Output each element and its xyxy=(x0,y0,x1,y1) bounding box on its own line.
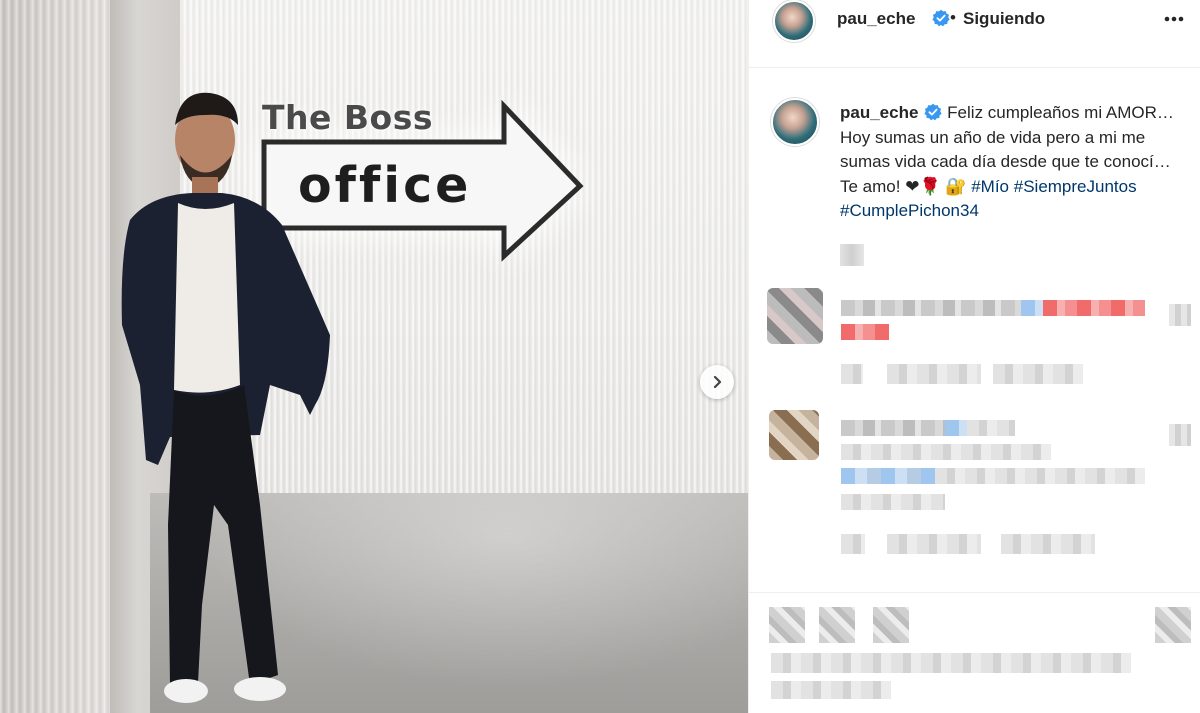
comment-meta-blurred xyxy=(841,364,863,384)
chevron-right-icon xyxy=(713,375,722,389)
comment-icon-blurred[interactable] xyxy=(819,607,855,643)
comment-meta-blurred xyxy=(887,364,981,384)
comment-text-blurred xyxy=(935,468,1145,484)
hashtag-link[interactable]: #CumplePichon34 xyxy=(840,201,979,220)
next-photo-button[interactable] xyxy=(700,365,734,399)
comment-meta-blurred xyxy=(1001,534,1095,554)
author-username[interactable]: pau_eche xyxy=(837,9,915,29)
post-date-blurred xyxy=(771,681,891,699)
verified-badge-icon xyxy=(924,103,943,121)
save-icon-blurred[interactable] xyxy=(1155,607,1191,643)
following-button[interactable]: Siguiendo xyxy=(963,9,1045,29)
post-sidebar: pau_eche • Siguiendo pau_eche Feliz cump… xyxy=(748,0,1200,713)
comment-text-blurred xyxy=(841,420,951,436)
comment-avatar-blurred[interactable] xyxy=(767,288,823,344)
post-header: pau_eche • Siguiendo xyxy=(749,0,1200,68)
comment-text-blurred xyxy=(841,468,935,484)
post-photo: The Boss office xyxy=(0,0,748,713)
man-figure xyxy=(121,92,331,703)
caption-timestamp-blurred xyxy=(840,244,864,266)
caption-username[interactable]: pau_eche xyxy=(840,103,918,122)
share-icon-blurred[interactable] xyxy=(873,607,909,643)
comment-avatar-blurred[interactable] xyxy=(769,410,819,460)
more-options-button[interactable] xyxy=(1159,5,1189,31)
comment-text-blurred xyxy=(1021,300,1043,316)
comment-like-icon-blurred[interactable] xyxy=(1169,424,1191,446)
author-avatar[interactable] xyxy=(773,0,815,42)
caption-author-avatar[interactable] xyxy=(771,98,819,146)
hashtag-link[interactable]: #SiempreJuntos xyxy=(1014,177,1137,196)
hashtag-link[interactable]: #Mío xyxy=(971,177,1009,196)
header-separator: • xyxy=(950,8,956,27)
more-options-icon xyxy=(1164,16,1184,22)
comment-text-blurred xyxy=(841,300,1021,316)
comment-text-blurred xyxy=(945,420,967,436)
comment-meta-blurred xyxy=(887,534,981,554)
comment-text-blurred xyxy=(841,444,1051,460)
like-icon-blurred[interactable] xyxy=(769,607,805,643)
likes-count-blurred xyxy=(771,653,1131,673)
comment-text-blurred xyxy=(1043,300,1145,316)
verified-badge-icon xyxy=(932,9,950,27)
comment-text-blurred xyxy=(841,324,889,340)
post-caption: pau_eche Feliz cumpleaños mi AMOR… Hoy s… xyxy=(840,101,1176,224)
comment-text-blurred xyxy=(841,494,945,510)
comment-text-blurred xyxy=(967,420,1015,436)
comment-meta-blurred xyxy=(841,534,865,554)
comment-like-icon-blurred[interactable] xyxy=(1169,304,1191,326)
post-actions-bar xyxy=(749,592,1200,713)
comment-meta-blurred xyxy=(993,364,1083,384)
